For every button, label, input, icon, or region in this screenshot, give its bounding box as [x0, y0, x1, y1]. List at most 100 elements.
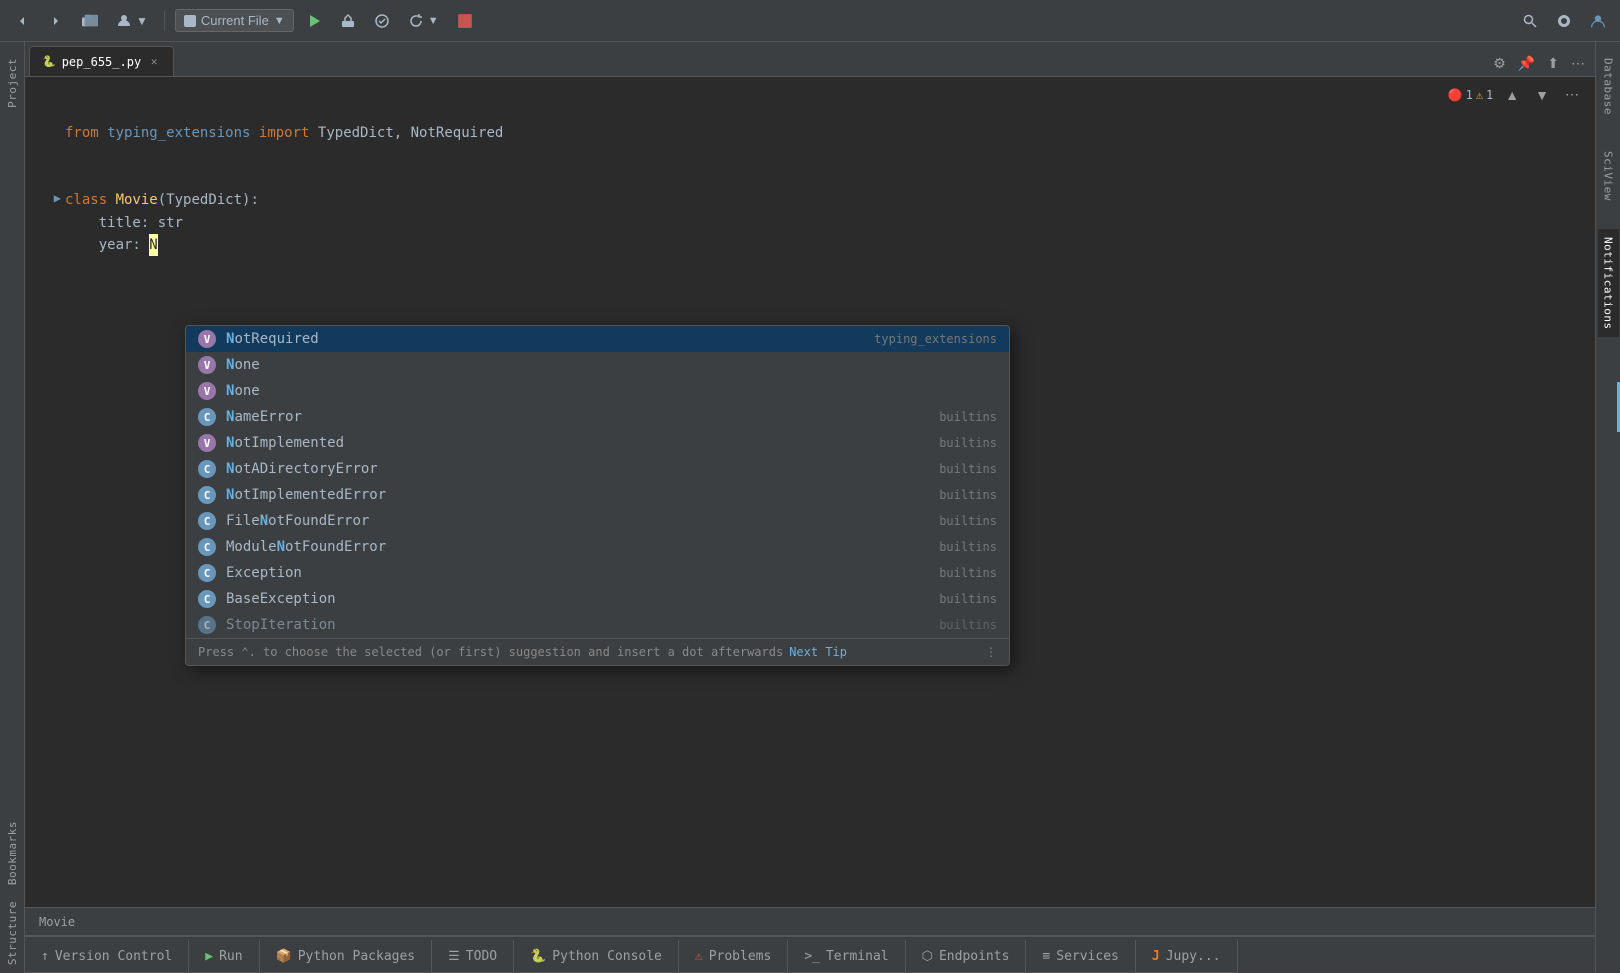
endpoints-icon: ⬡ — [922, 949, 933, 964]
version-control-label: Version Control — [55, 949, 172, 964]
ac-item-stopiteration[interactable]: C StopIteration builtins — [186, 612, 1009, 638]
tab-expand-button[interactable]: ⬆ — [1543, 53, 1563, 74]
run-config-label: Current File — [201, 13, 269, 28]
profile-button[interactable] — [1584, 9, 1612, 33]
ac-item-nameerror[interactable]: C NameError builtins — [186, 404, 1009, 430]
tab-run[interactable]: ▶ Run — [189, 940, 259, 973]
right-panel-sciview[interactable]: SciView — [1598, 143, 1619, 209]
left-panel-tabs: Project Bookmarks Structure — [0, 42, 25, 973]
left-panel-bookmarks[interactable]: Bookmarks — [2, 813, 23, 893]
ac-item-none-2[interactable]: V None — [186, 378, 1009, 404]
ac-source-5: builtins — [939, 462, 997, 476]
run-config-dropdown-icon: ▼ — [274, 15, 285, 27]
ac-item-exception[interactable]: C Exception builtins — [186, 560, 1009, 586]
stop-button[interactable] — [451, 9, 479, 33]
status-class-name: Movie — [39, 915, 75, 929]
run-config-button[interactable]: Current File ▼ — [175, 9, 294, 32]
error-bar: 🔴 1 ⚠ 1 ▲ ▼ ⋯ — [1436, 77, 1595, 112]
main-area: Project Bookmarks Structure 🐍 pep_655_.p… — [0, 42, 1620, 973]
active-tab[interactable]: 🐍 pep_655_.py ✕ — [29, 46, 174, 76]
ac-item-modulenotfounderror[interactable]: C ModuleNotFoundError builtins — [186, 534, 1009, 560]
tab-settings-button[interactable]: ⚙ — [1489, 53, 1510, 74]
ac-item-notrequired[interactable]: V NotRequired typing_extensions — [186, 326, 1009, 352]
left-panel-structure-side[interactable]: Structure — [2, 893, 23, 973]
ac-name-8: ModuleNotFoundError — [226, 539, 929, 555]
ac-name-6: NotImplementedError — [226, 487, 929, 503]
ac-item-filenotfounderror[interactable]: C FileNotFoundError builtins — [186, 508, 1009, 534]
ac-name-7: FileNotFoundError — [226, 513, 929, 529]
todo-label: TODO — [466, 949, 497, 964]
refresh-button[interactable]: ▼ — [402, 9, 445, 33]
status-class[interactable]: Movie — [33, 908, 81, 935]
tab-endpoints[interactable]: ⬡ Endpoints — [906, 940, 1027, 973]
python-packages-icon: 📦 — [276, 949, 292, 964]
search-button[interactable] — [1516, 9, 1544, 33]
ac-icon-8: C — [198, 538, 216, 556]
left-panel-project[interactable]: Project — [2, 50, 23, 116]
ac-icon-6: C — [198, 486, 216, 504]
error-more-options[interactable]: ⋯ — [1561, 84, 1583, 105]
ac-item-baseexception[interactable]: C BaseException builtins — [186, 586, 1009, 612]
ac-name-3: NameError — [226, 409, 929, 425]
ac-item-notimplementederror[interactable]: C NotImplementedError builtins — [186, 482, 1009, 508]
code-line-title: title: str — [41, 212, 1555, 234]
ac-icon-7: C — [198, 512, 216, 530]
autocomplete-footer: Press ⌃. to choose the selected (or firs… — [186, 638, 1009, 665]
ac-source-7: builtins — [939, 514, 997, 528]
tab-python-console[interactable]: 🐍 Python Console — [514, 940, 679, 973]
ac-icon-11: C — [198, 616, 216, 634]
ac-footer-more[interactable]: ⋮ — [985, 645, 997, 659]
tab-version-control[interactable]: ↑ Version Control — [25, 940, 189, 973]
nav-back-button[interactable] — [8, 9, 36, 33]
tab-jupyter[interactable]: J Jupy... — [1136, 940, 1238, 973]
ac-item-notimplemented[interactable]: V NotImplemented builtins — [186, 430, 1009, 456]
divider — [164, 11, 165, 31]
run-button[interactable] — [300, 9, 328, 33]
code-line-class: ▶ class Movie ( TypedDict ): — [41, 189, 1555, 211]
endpoints-label: Endpoints — [939, 949, 1009, 964]
error-nav-down[interactable]: ▼ — [1531, 85, 1553, 105]
coverage-button[interactable] — [368, 9, 396, 33]
todo-icon: ☰ — [448, 949, 460, 964]
tab-terminal[interactable]: >_ Terminal — [788, 940, 905, 973]
tab-python-packages[interactable]: 📦 Python Packages — [260, 940, 433, 973]
tab-bar: 🐍 pep_655_.py ✕ ⚙ 📌 ⬆ ⋯ — [25, 42, 1595, 77]
ac-source-0: typing_extensions — [874, 332, 997, 346]
ac-item-notadirectoryerror[interactable]: C NotADirectoryError builtins — [186, 456, 1009, 482]
user-button[interactable]: ▼ — [110, 9, 154, 33]
tab-bar-actions: ⚙ 📌 ⬆ ⋯ — [1483, 53, 1595, 76]
settings-button[interactable] — [1550, 9, 1578, 33]
bottom-tabs: ↑ Version Control ▶ Run 📦 Python Package… — [25, 935, 1595, 973]
editor-content[interactable]: 🔴 1 ⚠ 1 ▲ ▼ ⋯ from typing_extensions — [25, 77, 1595, 907]
build-button[interactable] — [334, 9, 362, 33]
error-nav-up[interactable]: ▲ — [1501, 85, 1523, 105]
toolbar-right — [1516, 9, 1612, 33]
tab-todo[interactable]: ☰ TODO — [432, 940, 514, 973]
tab-problems[interactable]: ⚠ Problems — [679, 940, 788, 973]
problems-icon: ⚠ — [695, 949, 703, 964]
file-manager-button[interactable] — [76, 9, 104, 33]
error-badge[interactable]: 🔴 1 ⚠ 1 — [1448, 88, 1494, 102]
tab-close-button[interactable]: ✕ — [147, 55, 161, 69]
ac-next-tip-button[interactable]: Next Tip — [789, 645, 847, 659]
tab-more-button[interactable]: ⋯ — [1567, 53, 1589, 74]
warning-icon: ⚠ — [1476, 88, 1483, 102]
right-panel-notifications[interactable]: Notifications — [1598, 229, 1619, 338]
version-control-icon: ↑ — [41, 949, 49, 964]
python-console-icon: 🐍 — [530, 949, 546, 964]
jupyter-label: Jupy... — [1166, 949, 1221, 964]
ac-source-4: builtins — [939, 436, 997, 450]
ac-icon-4: V — [198, 434, 216, 452]
ac-item-none-1[interactable]: V None — [186, 352, 1009, 378]
terminal-icon: >_ — [804, 949, 820, 964]
ac-icon-0: V — [198, 330, 216, 348]
right-panel-database[interactable]: Database — [1598, 50, 1619, 123]
python-console-label: Python Console — [552, 949, 662, 964]
ac-icon-5: C — [198, 460, 216, 478]
tab-pin-button[interactable]: 📌 — [1514, 53, 1539, 74]
code-line-1: from typing_extensions import TypedDict … — [41, 122, 1555, 144]
ac-icon-10: C — [198, 590, 216, 608]
tab-services[interactable]: ≡ Services — [1026, 940, 1135, 973]
right-panel-tabs: Database SciView Notifications — [1595, 42, 1620, 973]
nav-forward-button[interactable] — [42, 9, 70, 33]
